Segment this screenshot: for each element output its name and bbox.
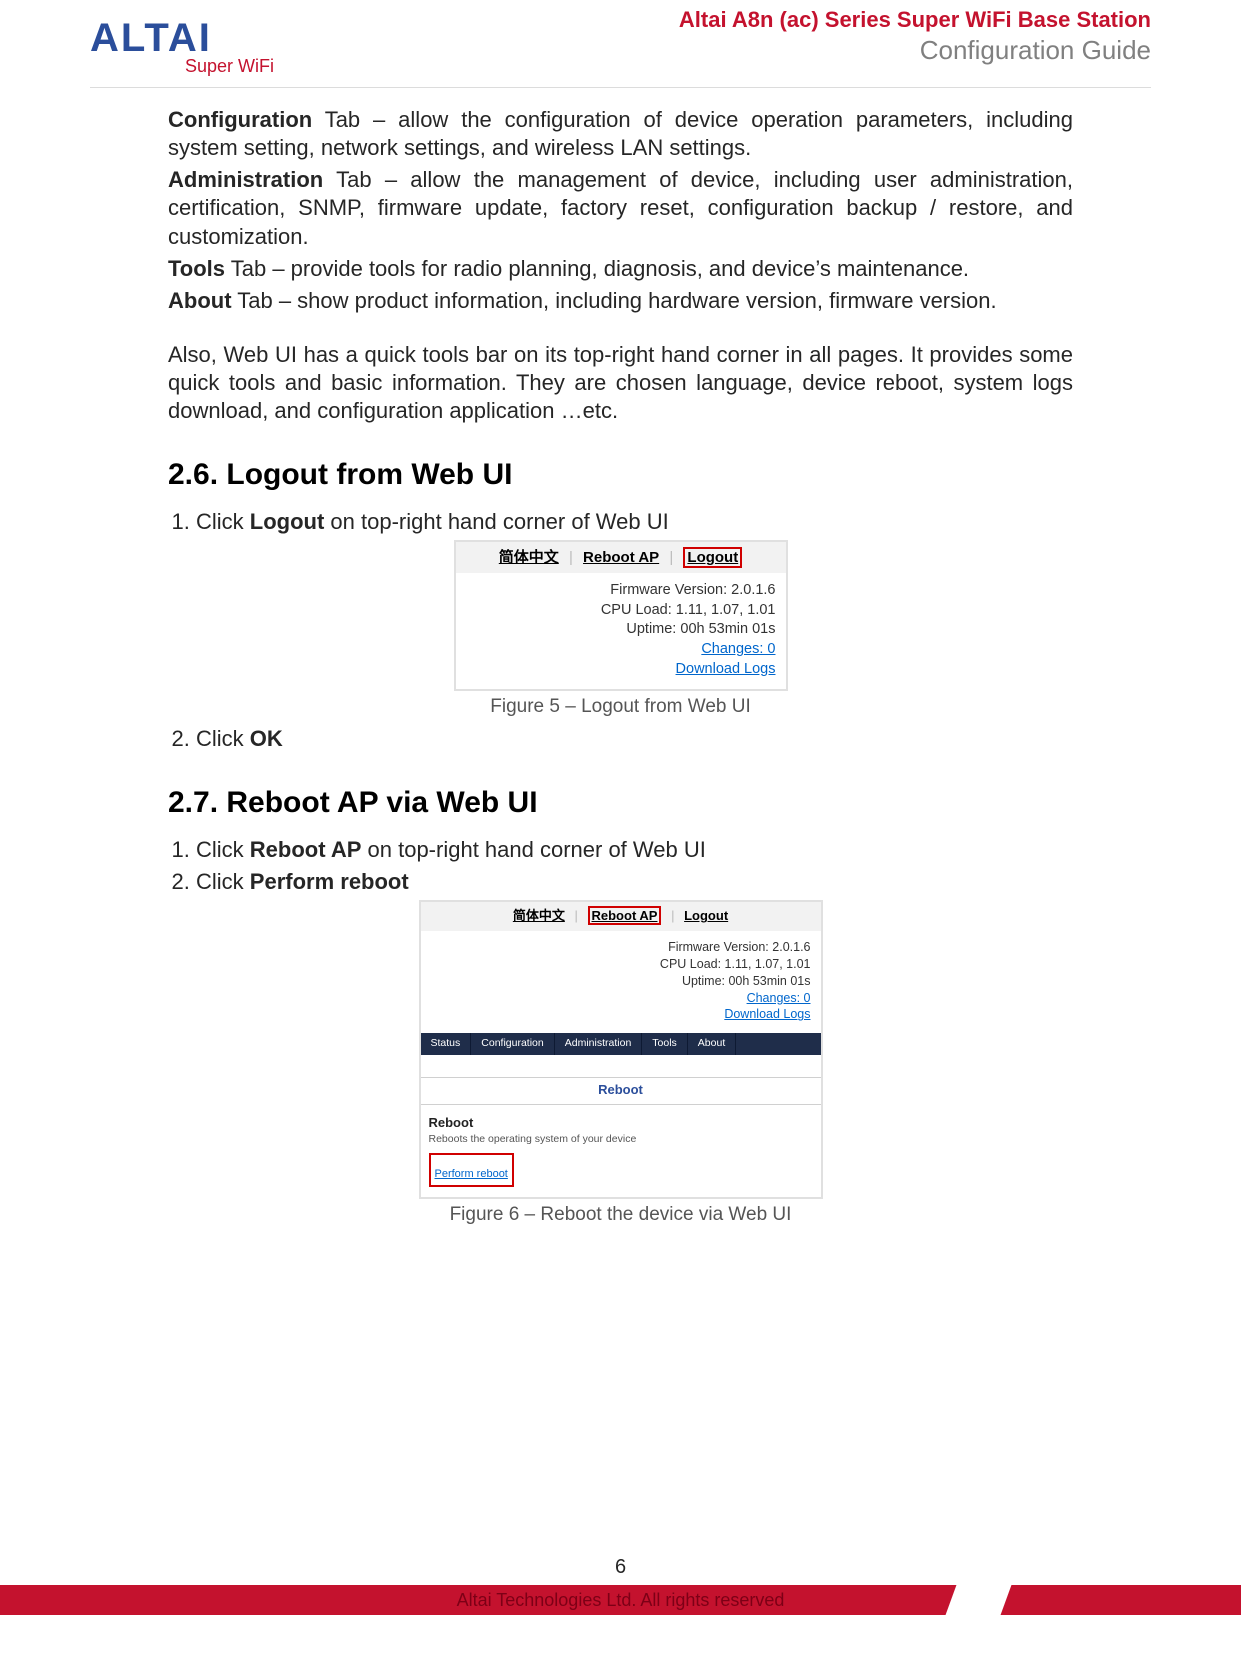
reboot-screenshot: 简体中文 | Reboot AP | Logout Firmware Versi…: [419, 900, 823, 1199]
tab-tools[interactable]: Tools: [642, 1033, 688, 1054]
download-logs-link[interactable]: Download Logs: [676, 661, 776, 677]
toolbar-sep: |: [669, 549, 673, 566]
logout-link[interactable]: Logout: [684, 908, 728, 923]
quick-toolbar: 简体中文 | Reboot AP | Logout: [421, 902, 821, 931]
uptime-row: Uptime: 00h 53min 01s: [431, 973, 811, 990]
download-logs-link[interactable]: Download Logs: [724, 1007, 810, 1021]
perform-reboot-highlight: Perform reboot: [429, 1153, 514, 1187]
figure-6-caption: Figure 6 – Reboot the device via Web UI: [168, 1203, 1073, 1227]
tab-about[interactable]: About: [688, 1033, 736, 1054]
tab-status[interactable]: Status: [421, 1033, 472, 1054]
step-2-7-2: Click Perform reboot: [196, 868, 1073, 896]
quick-toolbar: 简体中文 | Reboot AP | Logout: [456, 542, 786, 573]
status-info: Firmware Version: 2.0.1.6 CPU Load: 1.11…: [421, 931, 821, 1033]
reboot-panel: Reboot Reboots the operating system of y…: [421, 1105, 821, 1197]
cpu-row: CPU Load: 1.11, 1.07, 1.01: [431, 956, 811, 973]
reboot-ap-link[interactable]: Reboot AP: [583, 549, 659, 566]
step-2-6-1: Click Logout on top-right hand corner of…: [196, 508, 1073, 536]
para-administration: Administration Tab – allow the managemen…: [168, 166, 1073, 250]
changes-link[interactable]: Changes: 0: [747, 991, 811, 1005]
figure-6: 简体中文 | Reboot AP | Logout Firmware Versi…: [168, 900, 1073, 1227]
step-2-7-1: Click Reboot AP on top-right hand corner…: [196, 836, 1073, 864]
config-bold: Configuration: [168, 107, 312, 132]
tools-bold: Tools: [168, 256, 225, 281]
figure-5-caption: Figure 5 – Logout from Web UI: [168, 695, 1073, 719]
reboot-desc: Reboots the operating system of your dev…: [429, 1133, 813, 1146]
steps-2-6-cont: Click OK: [196, 725, 1073, 753]
toolbar-sep: |: [671, 908, 674, 923]
admin-bold: Administration: [168, 167, 323, 192]
heading-2-7: 2.7. Reboot AP via Web UI: [168, 784, 1073, 822]
para-tools: Tools Tab – provide tools for radio plan…: [168, 255, 1073, 283]
page-content: Configuration Tab – allow the configurat…: [0, 88, 1241, 1227]
brand-name: ALTAI: [90, 18, 280, 58]
section-title-bar: Reboot: [421, 1077, 821, 1105]
tab-configuration[interactable]: Configuration: [471, 1033, 554, 1054]
toolbar-sep: |: [569, 549, 573, 566]
footer-bar: Altai Technologies Ltd. All rights reser…: [0, 1585, 1241, 1615]
brand-logo: ALTAI Super WiFi: [90, 18, 280, 77]
reboot-heading: Reboot: [429, 1115, 813, 1132]
doc-title-line2: Configuration Guide: [679, 34, 1151, 67]
lang-link[interactable]: 简体中文: [513, 908, 565, 923]
logout-screenshot: 简体中文 | Reboot AP | Logout Firmware Versi…: [454, 540, 788, 691]
cpu-row: CPU Load: 1.11, 1.07, 1.01: [466, 601, 776, 621]
footer-copyright: Altai Technologies Ltd. All rights reser…: [0, 1585, 1241, 1615]
perform-reboot-link[interactable]: Perform reboot: [435, 1168, 508, 1180]
about-text: Tab – show product information, includin…: [232, 288, 997, 313]
logout-link[interactable]: Logout: [683, 547, 742, 568]
about-bold: About: [168, 288, 232, 313]
nav-tabs: Status Configuration Administration Tool…: [421, 1033, 821, 1054]
header-rule: [90, 87, 1151, 88]
page-footer: 6 Altai Technologies Ltd. All rights res…: [0, 1556, 1241, 1615]
para-about: About Tab – show product information, in…: [168, 287, 1073, 315]
reboot-ap-link[interactable]: Reboot AP: [588, 906, 662, 925]
steps-2-6: Click Logout on top-right hand corner of…: [196, 508, 1073, 536]
doc-title: Altai A8n (ac) Series Super WiFi Base St…: [679, 6, 1151, 66]
status-info: Firmware Version: 2.0.1.6 CPU Load: 1.11…: [456, 573, 786, 689]
heading-2-6: 2.6. Logout from Web UI: [168, 456, 1073, 494]
step-2-6-2: Click OK: [196, 725, 1073, 753]
fw-row: Firmware Version: 2.0.1.6: [466, 581, 776, 601]
para-configuration: Configuration Tab – allow the configurat…: [168, 106, 1073, 162]
figure-5: 简体中文 | Reboot AP | Logout Firmware Versi…: [168, 540, 1073, 719]
tab-administration[interactable]: Administration: [555, 1033, 643, 1054]
lang-link[interactable]: 简体中文: [499, 549, 559, 566]
uptime-row: Uptime: 00h 53min 01s: [466, 620, 776, 640]
page-number: 6: [0, 1556, 1241, 1579]
steps-2-7: Click Reboot AP on top-right hand corner…: [196, 836, 1073, 896]
changes-link[interactable]: Changes: 0: [701, 641, 775, 657]
fw-row: Firmware Version: 2.0.1.6: [431, 939, 811, 956]
page-header: ALTAI Super WiFi Altai A8n (ac) Series S…: [0, 0, 1241, 88]
doc-title-line1: Altai A8n (ac) Series Super WiFi Base St…: [679, 6, 1151, 34]
tools-text: Tab – provide tools for radio planning, …: [225, 256, 969, 281]
toolbar-sep: |: [574, 908, 577, 923]
para-also: Also, Web UI has a quick tools bar on it…: [168, 341, 1073, 425]
